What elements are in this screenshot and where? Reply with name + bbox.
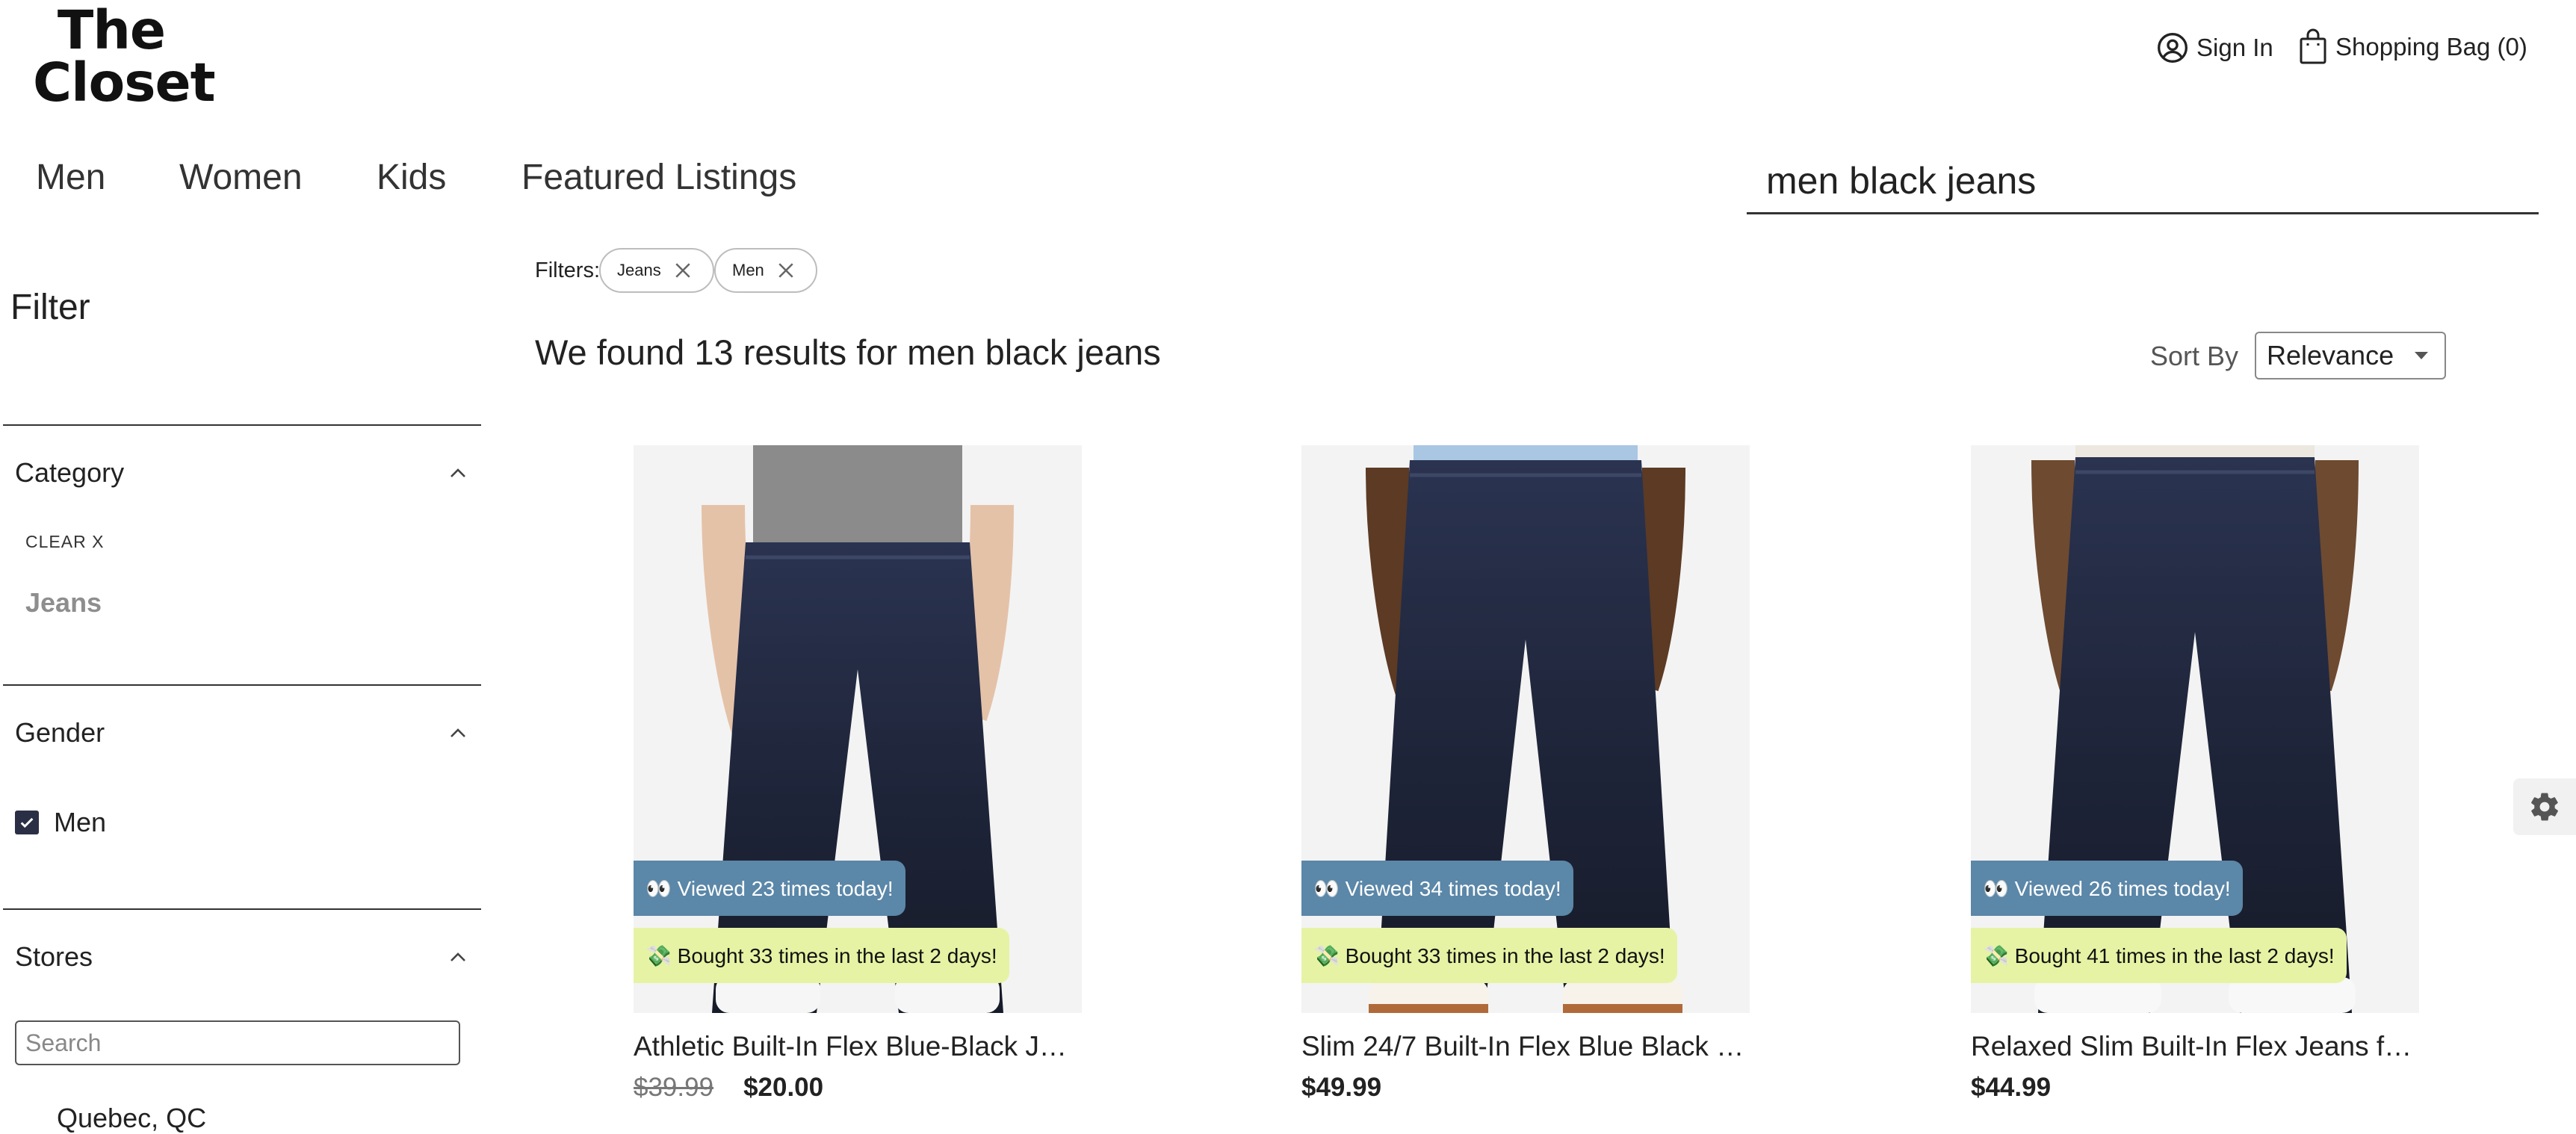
nav-featured-listings[interactable]: Featured Listings — [521, 157, 796, 198]
filter-title: Filter — [10, 288, 90, 327]
nav-women[interactable]: Women — [179, 157, 303, 198]
store-search-box — [15, 1020, 460, 1065]
nav-kids[interactable]: Kids — [377, 157, 446, 198]
close-icon[interactable] — [672, 259, 694, 282]
caret-down-icon — [2415, 352, 2428, 359]
price: $44.99 — [1971, 1073, 2052, 1102]
shopping-bag-link[interactable]: Shopping Bag (0) — [2298, 28, 2527, 66]
store-item[interactable]: Quebec, QC — [57, 1103, 206, 1134]
category-label: Category — [15, 457, 125, 488]
gear-icon — [2531, 793, 2558, 821]
gender-section-header[interactable]: Gender — [15, 717, 466, 749]
bought-badge: 💸 Bought 33 times in the last 2 days! — [634, 928, 1009, 983]
chevron-up-icon — [451, 728, 465, 737]
gender-label: Gender — [15, 717, 105, 748]
nav-men[interactable]: Men — [36, 157, 105, 198]
chevron-up-icon — [451, 468, 465, 477]
sign-in-link[interactable]: Sign In — [2156, 31, 2273, 64]
filter-chip-men: Men — [714, 248, 817, 293]
sort-select-value: Relevance — [2267, 340, 2394, 371]
checkbox[interactable] — [15, 811, 39, 834]
sale-price: $20.00 — [743, 1073, 824, 1102]
gender-option-label: Men — [54, 807, 107, 837]
price: $49.99 — [1301, 1073, 1382, 1102]
viewed-badge: 👀 Viewed 23 times today! — [634, 861, 905, 916]
divider — [3, 908, 481, 910]
viewed-badge: 👀 Viewed 34 times today! — [1301, 861, 1573, 916]
close-icon[interactable] — [775, 259, 797, 282]
search-bar — [1747, 154, 2539, 214]
price-row: $44.99 — [1971, 1073, 2051, 1103]
user-circle-icon — [2158, 33, 2188, 63]
settings-button[interactable] — [2513, 778, 2576, 835]
filter-chip-jeans-label: Jeans — [617, 261, 661, 279]
divider — [3, 424, 481, 426]
product-name[interactable]: Relaxed Slim Built-In Flex Jeans for Men — [1971, 1031, 2419, 1062]
category-option-jeans[interactable]: Jeans — [25, 587, 102, 619]
bought-badge: 💸 Bought 41 times in the last 2 days! — [1971, 928, 2347, 983]
search-input[interactable] — [1747, 154, 2539, 208]
bought-badge: 💸 Bought 33 times in the last 2 days! — [1301, 928, 1677, 983]
shopping-bag-icon — [2300, 28, 2326, 64]
product-name[interactable]: Slim 24/7 Built-In Flex Blue Black Jeans… — [1301, 1031, 1750, 1062]
filters-label: Filters: — [535, 258, 600, 282]
stores-section-header[interactable]: Stores — [15, 941, 466, 973]
results-title: We found 13 results for men black jeans — [535, 332, 1161, 372]
viewed-badge: 👀 Viewed 26 times today! — [1971, 861, 2243, 916]
stores-label: Stores — [15, 941, 93, 972]
price-row: $39.99 $20.00 — [634, 1073, 823, 1103]
sort-select[interactable]: Relevance — [2255, 332, 2446, 379]
product-image[interactable]: 👀 Viewed 26 times today! 💸 Bought 41 tim… — [1971, 445, 2419, 1013]
gender-option-men[interactable]: Men — [15, 807, 106, 838]
category-section-header[interactable]: Category — [15, 457, 466, 489]
store-search-input[interactable] — [16, 1022, 459, 1064]
filter-chip-men-label: Men — [732, 261, 764, 279]
product-image[interactable]: 👀 Viewed 34 times today! 💸 Bought 33 tim… — [1301, 445, 1750, 1013]
check-icon — [20, 817, 34, 828]
shopping-bag-label: Shopping Bag (0) — [2335, 33, 2527, 61]
product-image[interactable]: 👀 Viewed 23 times today! 💸 Bought 33 tim… — [634, 445, 1082, 1013]
filter-chip-jeans: Jeans — [599, 248, 714, 293]
product-name[interactable]: Athletic Built-In Flex Blue-Black Jeans … — [634, 1031, 1082, 1062]
original-price: $39.99 — [634, 1073, 714, 1102]
logo-line-2: Closet — [33, 52, 216, 114]
sort-by-label: Sort By — [2150, 341, 2239, 371]
sign-in-label: Sign In — [2196, 34, 2273, 61]
price-row: $49.99 — [1301, 1073, 1381, 1103]
divider — [3, 684, 481, 686]
logo-line-1: The — [57, 0, 166, 61]
logo[interactable]: The Closet — [33, 0, 216, 114]
chevron-up-icon — [451, 952, 465, 961]
category-clear-button[interactable]: CLEAR X — [25, 532, 104, 552]
